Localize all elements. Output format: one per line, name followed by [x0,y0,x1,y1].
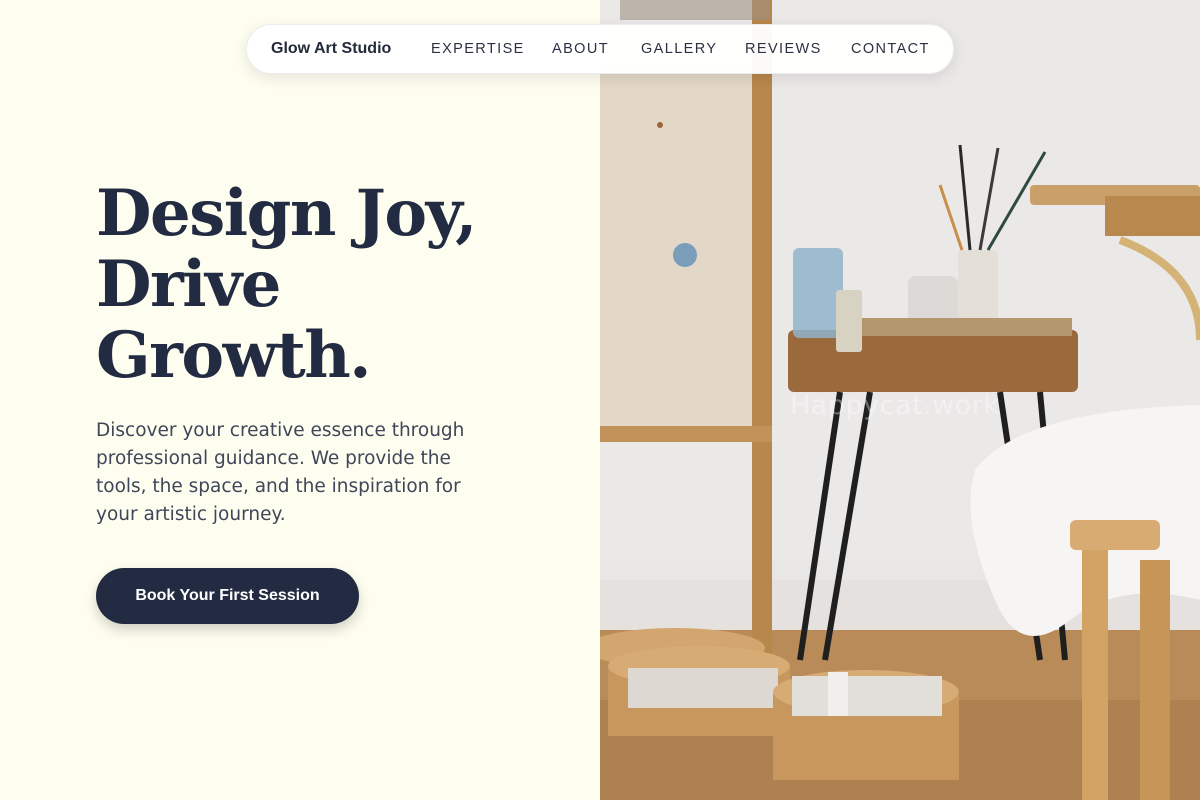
hero-headline: Design Joy, Drive Growth. [96,178,576,391]
studio-photo: Happycat.work [600,0,1200,800]
hero-subtext: Discover your creative essence through p… [96,420,465,525]
image-watermark: Happycat.work [790,390,1000,421]
nav-link-expertise[interactable]: EXPERTISE [431,41,525,57]
headline-line-2: Drive [96,247,281,322]
nav-link-reviews[interactable]: REVIEWS [745,41,822,57]
nav-link-contact[interactable]: CONTACT [851,41,930,57]
headline-line-1: Design Joy, [96,176,477,251]
nav-link-gallery[interactable]: GALLERY [641,41,717,57]
hero-panel: Design Joy, Drive Growth. Discover your … [0,0,600,800]
book-session-button[interactable]: Book Your First Session [96,568,359,624]
nav-link-about[interactable]: ABOUT [552,41,609,57]
top-nav: Glow Art Studio EXPERTISE ABOUT GALLERY … [246,24,954,74]
headline-line-3: Growth. [96,318,372,393]
brand-logo-text[interactable]: Glow Art Studio [271,40,391,58]
